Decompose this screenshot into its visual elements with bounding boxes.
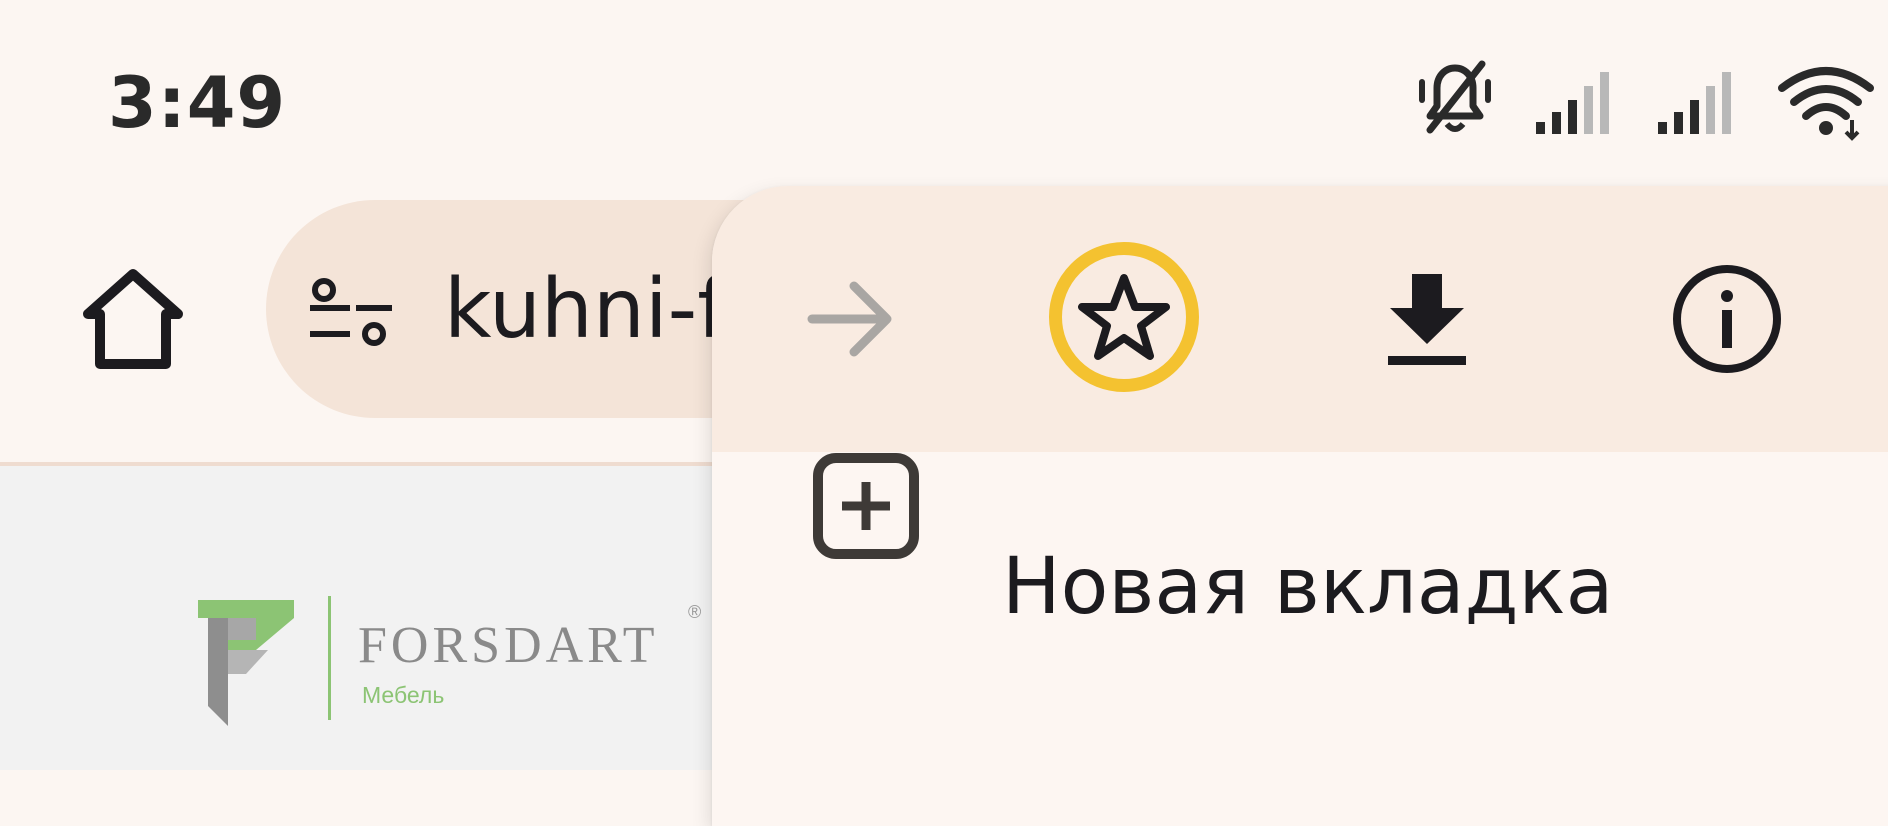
forward-arrow-icon — [807, 281, 892, 357]
cell-signal-icon — [1658, 72, 1731, 134]
vibrate-silent-icon — [1419, 60, 1491, 134]
logo-divider — [328, 596, 331, 720]
download-button[interactable] — [1352, 244, 1502, 394]
menu-item-label: Новая вкладка — [1002, 542, 1614, 632]
logo-registered-mark: ® — [688, 602, 702, 622]
forward-button[interactable] — [774, 244, 924, 394]
logo-subtitle: Мебель — [362, 682, 445, 708]
status-time: 3:49 — [108, 62, 287, 144]
bookmark-button[interactable] — [1049, 244, 1199, 394]
page-content[interactable]: FORSDART ® Мебель — [0, 466, 760, 770]
new-tab-icon — [813, 453, 919, 559]
wifi-icon — [1778, 67, 1874, 141]
logo-name: FORSDART — [358, 617, 659, 674]
cell-signal-icon — [1536, 72, 1609, 134]
overflow-menu: Новая вкладка — [712, 186, 1888, 826]
url-text[interactable]: kuhni-f — [444, 262, 726, 357]
tune-icon[interactable] — [310, 278, 392, 350]
menu-action-row — [712, 186, 1888, 452]
logo-mark-icon — [198, 600, 294, 726]
home-icon[interactable] — [78, 266, 188, 372]
download-icon — [1388, 274, 1466, 365]
info-icon — [1673, 265, 1781, 373]
page-info-button[interactable] — [1652, 244, 1802, 394]
star-icon — [1078, 274, 1170, 360]
